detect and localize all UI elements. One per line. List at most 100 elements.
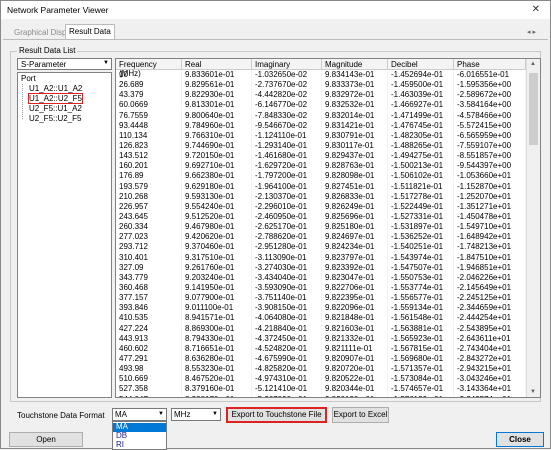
table-row[interactable]: 277.023 9.420620e-01 -2.788620e-01 9.824697… <box>116 232 526 243</box>
table-row[interactable]: 477.291 8.636280e-01 -4.675990e-01 9.820907… <box>116 353 526 364</box>
cell-frequency: 43.379 <box>116 90 182 101</box>
cell-magnitude: 9.820344e-01 <box>322 384 388 395</box>
table-row[interactable]: 210.268 9.593130e-01 -2.130370e-01 9.826833… <box>116 191 526 202</box>
parameter-type-value: S-Parameter <box>21 60 67 69</box>
cell-decibel: -1.556577e-01 <box>388 293 454 304</box>
table-row[interactable]: 26.689 9.829561e-01 -2.737670e-02 9.833373e… <box>116 80 526 91</box>
tab-result-data[interactable]: Result Data <box>65 24 115 39</box>
scroll-up-icon[interactable]: ▲ <box>530 61 536 67</box>
cell-imaginary: -5.121410e-01 <box>252 384 322 395</box>
table-row[interactable]: 443.913 8.794330e-01 -4.372450e-01 9.821332… <box>116 333 526 344</box>
column-header-real[interactable]: Real <box>182 59 252 70</box>
cell-phase: -2.589672e+00 <box>454 90 526 101</box>
table-row[interactable]: 193.579 9.629180e-01 -1.964100e-01 9.827451… <box>116 181 526 192</box>
tree-root-port[interactable]: Port <box>21 74 36 83</box>
table-row[interactable]: 293.712 9.370460e-01 -2.951280e-01 9.824234… <box>116 242 526 253</box>
table-row[interactable]: 10 9.833601e-01 -1.032650e-02 9.834143e-01-… <box>116 70 526 80</box>
cell-frequency: 210.268 <box>116 191 182 202</box>
cell-decibel: -1.573084e-01 <box>388 374 454 385</box>
table-row[interactable]: 343.779 9.203240e-01 -3.434040e-01 9.823047… <box>116 272 526 283</box>
close-window-icon[interactable]: ✕ <box>532 4 540 15</box>
cell-frequency: 544.047 <box>116 394 182 397</box>
cell-real: 9.141950e-01 <box>182 282 252 293</box>
cell-frequency: 460.602 <box>116 343 182 354</box>
scrollbar-thumb[interactable] <box>529 73 538 145</box>
cell-frequency: 427.224 <box>116 323 182 334</box>
table-row[interactable]: 110.134 9.766310e-01 -1.124110e-01 9.830791… <box>116 130 526 141</box>
table-row[interactable]: 60.0669 9.813301e-01 -6.146770e-02 9.832532… <box>116 100 526 111</box>
cell-magnitude: 9.821848e-01 <box>322 313 388 324</box>
table-row[interactable]: 427.224 8.869300e-01 -4.218840e-01 9.821603… <box>116 323 526 334</box>
tab-strip: Graphical Display Result Data ◂ ▸ <box>1 23 550 39</box>
cell-real: 9.317510e-01 <box>182 252 252 263</box>
export-excel-button[interactable]: Export to Excel <box>332 407 389 423</box>
cell-decibel: -1.563881e-01 <box>388 323 454 334</box>
table-row[interactable]: 243.645 9.512520e-01 -2.460950e-01 9.825696… <box>116 211 526 222</box>
tab-scroll-arrows-icon[interactable]: ◂ ▸ <box>527 28 536 36</box>
table-row[interactable]: 160.201 9.692710e-01 -1.629720e-01 9.828763… <box>116 161 526 172</box>
export-touchstone-button[interactable]: Export to Touchstone File <box>226 407 327 423</box>
tree-item[interactable]: U2_F5::U1_A2 <box>29 104 82 113</box>
table-row[interactable]: 93.4448 9.784960e-01 -9.546670e-02 9.831421… <box>116 120 526 131</box>
tree-item[interactable]: U2_F5::U2_F5 <box>29 114 81 123</box>
column-header-frequency[interactable]: Frequency (MHz) <box>116 59 182 78</box>
table-row[interactable]: 510.669 8.467520e-01 -4.974310e-01 9.820522… <box>116 374 526 385</box>
table-row[interactable]: 544.0478.288170e-01-5.267090e-019.820190… <box>116 394 526 397</box>
cell-magnitude: 9.823797e-01 <box>322 252 388 263</box>
cell-frequency: 193.579 <box>116 181 182 192</box>
column-header-decibel[interactable]: Decibel <box>388 59 454 70</box>
frequency-unit-select[interactable]: MHz ▼ <box>171 408 221 421</box>
touchstone-format-select[interactable]: MA ▼ <box>112 408 167 421</box>
parameter-type-select[interactable]: S-Parameter ▼ <box>17 58 112 70</box>
cell-magnitude: 9.830117e-01 <box>322 140 388 151</box>
cell-imaginary: -4.442820e-02 <box>252 90 322 101</box>
table-row[interactable]: 260.334 9.467980e-01 -2.625170e-01 9.825180… <box>116 222 526 233</box>
cell-imaginary: -3.274030e-01 <box>252 262 322 273</box>
cell-magnitude: 9.833373e-01 <box>322 80 388 91</box>
cell-real: 9.829561e-01 <box>182 80 252 91</box>
table-row[interactable]: 43.379 9.822930e-01 -4.442820e-02 9.832972e… <box>116 90 526 101</box>
cell-real: 9.784960e-01 <box>182 120 252 131</box>
table-row[interactable]: 493.98 8.553230e-01 -4.825820e-01 9.820720e… <box>116 364 526 375</box>
cell-phase: -5.572415e+00 <box>454 120 526 131</box>
table-row[interactable]: 527.358 8.379160e-01 -5.121410e-01 9.820344… <box>116 384 526 395</box>
table-row[interactable]: 226.957 9.554240e-01 -2.296010e-01 9.826249… <box>116 201 526 212</box>
cell-magnitude: 9.834143e-01 <box>322 70 388 80</box>
table-row[interactable]: 460.602 8.716651e-01 -4.524820e-01 9.821111… <box>116 343 526 354</box>
cell-magnitude: 9.822395e-01 <box>322 293 388 304</box>
table-row[interactable]: 143.512 9.720150e-01 -1.461680e-01 9.829437… <box>116 151 526 162</box>
column-header-magnitude[interactable]: Magnitude <box>322 59 388 70</box>
table-row[interactable]: 310.401 9.317510e-01 -3.113090e-01 9.823797… <box>116 252 526 263</box>
vertical-scrollbar[interactable]: ▲ ▼ <box>526 59 540 397</box>
cell-decibel: -1.553774e-01 <box>388 282 454 293</box>
table-row[interactable]: 76.7559 9.800640e-01 -7.848330e-02 9.832014… <box>116 110 526 121</box>
table-row[interactable]: 393.846 9.011100e-01 -3.908150e-01 9.822096… <box>116 303 526 314</box>
cell-decibel: -1.571357e-01 <box>388 364 454 375</box>
cell-real: 9.261760e-01 <box>182 262 252 273</box>
column-header-phase[interactable]: Phase <box>454 59 526 70</box>
cell-imaginary: -3.908150e-01 <box>252 303 322 314</box>
tree-item[interactable]: U1_A2::U1_A2 <box>29 84 82 93</box>
open-button[interactable]: Open <box>9 432 83 447</box>
cell-frequency: 260.334 <box>116 222 182 233</box>
scroll-down-icon[interactable]: ▼ <box>530 389 536 395</box>
table-row[interactable]: 176.89 9.662380e-01 -1.797200e-01 9.828098e… <box>116 171 526 182</box>
cell-decibel: -1.506102e-01 <box>388 171 454 182</box>
table-row[interactable]: 360.468 9.141950e-01 -3.593090e-01 9.822706… <box>116 282 526 293</box>
close-button[interactable]: Close <box>496 432 544 447</box>
format-option-ri[interactable]: RI <box>113 440 166 450</box>
cell-real: 8.636280e-01 <box>182 353 252 364</box>
table-row[interactable]: 126.823 9.744690e-01 -1.293140e-01 9.830117… <box>116 140 526 151</box>
cell-real: 9.370460e-01 <box>182 242 252 253</box>
cell-magnitude: 9.821111e-01 <box>322 343 388 354</box>
table-row[interactable]: 377.157 9.077900e-01 -3.751140e-01 9.822395… <box>116 293 526 304</box>
cell-real: 8.288170e-01 <box>182 394 252 397</box>
table-row[interactable]: 327.09 9.261760e-01 -3.274030e-01 9.823392e… <box>116 262 526 273</box>
cell-real: 9.800640e-01 <box>182 110 252 121</box>
column-header-imaginary[interactable]: Imaginary <box>252 59 322 70</box>
tree-item-selected[interactable]: U1_A2::U2_F5 <box>28 93 83 104</box>
cell-decibel: -1.547507e-01 <box>388 262 454 273</box>
cell-decibel: -1.559134e-01 <box>388 303 454 314</box>
cell-magnitude: 9.826249e-01 <box>322 201 388 212</box>
table-row[interactable]: 410.535 8.941571e-01 -4.064080e-01 9.821848… <box>116 313 526 324</box>
